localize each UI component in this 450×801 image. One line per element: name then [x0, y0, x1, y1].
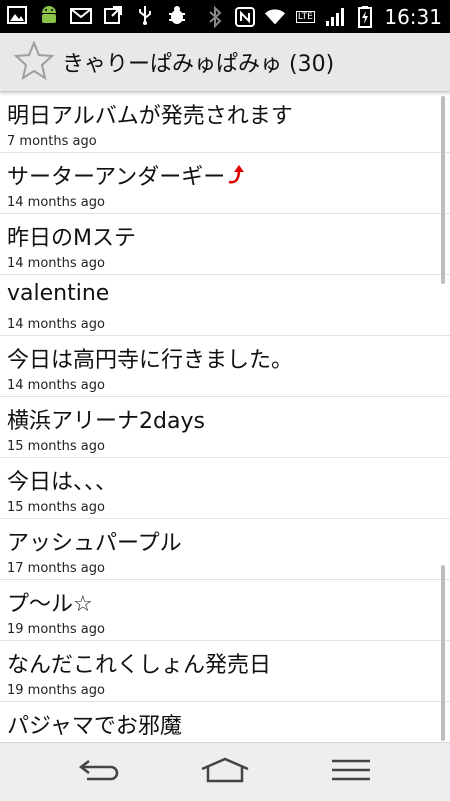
red-curved-arrow-icon	[227, 164, 247, 192]
list-item[interactable]: プ〜ル☆ 19 months ago	[0, 580, 450, 641]
signal-icon	[324, 6, 346, 28]
list-item-timestamp: 14 months ago	[7, 317, 105, 332]
gallery-icon	[6, 4, 28, 26]
list-item-timestamp: 15 months ago	[7, 439, 105, 454]
list-item-timestamp: 19 months ago	[7, 622, 105, 637]
list-item-title-wrap: サーターアンダーギー	[7, 159, 247, 192]
home-button[interactable]	[195, 753, 255, 791]
list-item-title: サーターアンダーギー	[7, 165, 226, 190]
list-item-title: 今日は、、、	[7, 470, 118, 495]
list-item-timestamp: 14 months ago	[7, 195, 105, 210]
list-item-title: valentine	[7, 281, 110, 306]
back-button[interactable]	[70, 753, 130, 791]
list-item-timestamp: 17 months ago	[7, 561, 105, 576]
list-item-timestamp: 19 months ago	[7, 683, 105, 698]
list-item-title: 横浜アリーナ2days	[7, 409, 205, 434]
android-icon	[38, 4, 60, 26]
list-item[interactable]: valentine 14 months ago	[0, 275, 450, 336]
menu-button[interactable]	[321, 753, 381, 791]
list-item[interactable]: なんだこれくしょん発売日 19 months ago	[0, 641, 450, 702]
lte-label: LTE	[295, 11, 315, 23]
list-item-title: なんだこれくしょん発売日	[7, 653, 272, 678]
list-item[interactable]: 昨日のMステ 14 months ago	[0, 214, 450, 275]
list-item[interactable]: パジャマでお邪魔	[0, 702, 450, 742]
list-item[interactable]: サーターアンダーギー 14 months ago	[0, 153, 450, 214]
list-item-title: プ〜ル☆	[7, 592, 93, 617]
upload-icon	[102, 4, 124, 26]
list-item[interactable]: 横浜アリーナ2days 15 months ago	[0, 397, 450, 458]
list-item[interactable]: 今日は高円寺に行きました。 14 months ago	[0, 336, 450, 397]
list-item-title: アッシュパープル	[7, 531, 182, 556]
list-item[interactable]: 明日アルバムが発売されます 7 months ago	[0, 92, 450, 153]
back-icon	[77, 757, 123, 787]
notification-icons	[6, 4, 188, 26]
home-icon	[200, 757, 250, 787]
bluetooth-icon	[204, 6, 226, 28]
post-list[interactable]: 明日アルバムが発売されます 7 months ago サーターアンダーギー 14…	[0, 92, 450, 742]
list-item[interactable]: アッシュパープル 17 months ago	[0, 519, 450, 580]
page-title: きゃりーぱみゅぱみゅ (30)	[62, 52, 335, 77]
system-icons: LTE 16:31	[204, 4, 442, 30]
clock: 16:31	[384, 5, 442, 29]
action-bar: きゃりーぱみゅぱみゅ (30)	[0, 33, 450, 92]
menu-icon	[330, 758, 372, 786]
wifi-icon	[264, 6, 286, 28]
list-item-timestamp: 7 months ago	[7, 134, 97, 149]
scrollbar-thumb[interactable]	[441, 565, 445, 741]
list-item-title: 明日アルバムが発売されます	[7, 104, 293, 129]
lte-icon: LTE	[294, 6, 316, 28]
status-bar: LTE 16:31	[0, 0, 450, 33]
scrollbar-thumb[interactable]	[441, 96, 445, 284]
battery-charging-icon	[354, 6, 376, 28]
navigation-bar	[0, 742, 450, 801]
list-item-timestamp: 15 months ago	[7, 500, 105, 515]
list-item-title: パジャマでお邪魔	[7, 714, 182, 739]
list-item[interactable]: 今日は、、、 15 months ago	[0, 458, 450, 519]
mail-icon	[70, 4, 92, 26]
list-item-timestamp: 14 months ago	[7, 378, 105, 393]
usb-icon	[134, 4, 156, 26]
list-item-title: 今日は高円寺に行きました。	[7, 348, 294, 373]
nfc-icon	[234, 6, 256, 28]
star-outline-icon[interactable]	[13, 40, 55, 81]
list-item-title: 昨日のMステ	[7, 226, 136, 251]
list-item-timestamp: 14 months ago	[7, 256, 105, 271]
bug-icon	[166, 4, 188, 26]
